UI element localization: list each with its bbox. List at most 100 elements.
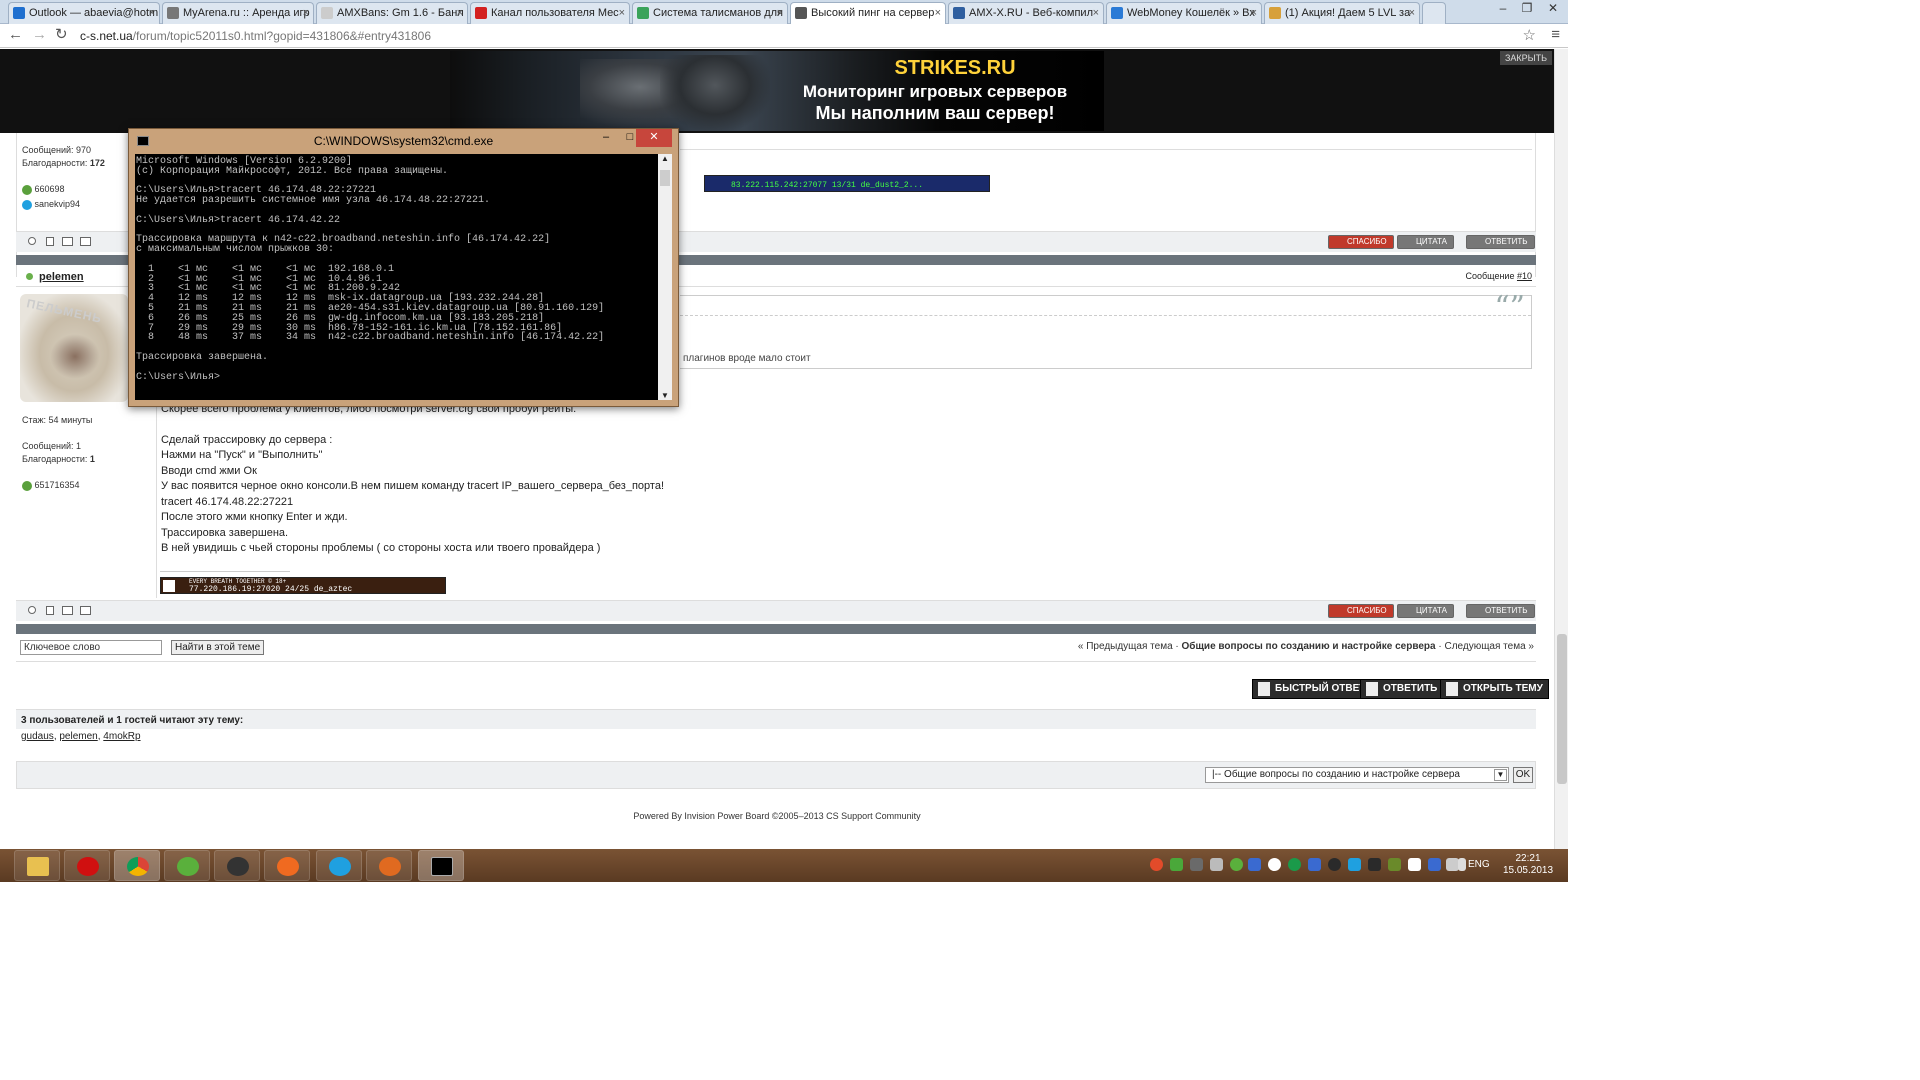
close-tab-icon[interactable]: × [777,3,783,23]
steam-taskbar-button[interactable] [214,850,260,881]
minimize-icon[interactable]: – [593,129,619,147]
forum-jump-select[interactable]: |-- Общие вопросы по созданию и настройк… [1205,767,1509,783]
cmd-window[interactable]: C:\WINDOWS\system32\cmd.exe – □ ✕ Micros… [128,128,679,407]
tray-app-icon[interactable] [1308,858,1321,871]
close-tab-icon[interactable]: × [1093,3,1099,23]
tray-app-icon[interactable] [1388,858,1401,871]
close-tab-icon[interactable]: × [303,3,309,23]
server-banner-text: 83.222.115.242:27077 13/31 de_dust2_2... [731,181,924,190]
scroll-up-icon[interactable]: ▲ [661,154,669,163]
reply-topic-button[interactable]: ОТВЕТИТЬ [1360,679,1444,699]
menu-icon[interactable]: ≡ [1551,26,1560,43]
post-number-link[interactable]: #10 [1517,271,1532,281]
cmd-scrollbar[interactable]: ▲ ▼ [658,154,672,400]
tray-app-icon[interactable] [1248,858,1261,871]
restore-icon[interactable]: ❐ [1514,0,1540,18]
flag-icon[interactable] [1408,858,1421,871]
tray-app-icon[interactable] [1288,858,1301,871]
server-banner-title: EVERY BREATH TOGETHER © 18+ [189,578,287,585]
reader-link[interactable]: gudaus [21,731,54,742]
reader-link[interactable]: 4mokRp [103,731,140,742]
steam-tray-icon[interactable] [1368,858,1381,871]
tray-app-icon[interactable] [1210,858,1223,871]
report-icon[interactable] [46,606,54,615]
find-in-topic-button[interactable]: Найти в этой теме [171,640,265,655]
reload-icon[interactable]: ↻ [55,27,68,43]
icq-tray-icon[interactable] [1230,858,1243,871]
new-tab-button[interactable] [1422,2,1446,24]
icq-icon [177,857,199,876]
browser-tab[interactable]: MyArena.ru :: Аренда игр × [162,2,314,24]
origin-taskbar-button[interactable] [264,850,310,881]
tray-app-icon[interactable] [1268,858,1281,871]
report-icon[interactable] [46,237,54,246]
close-tab-icon[interactable]: × [1409,3,1415,23]
explorer-taskbar-button[interactable] [14,850,60,881]
tray-app-icon[interactable] [1150,858,1163,871]
close-tab-icon[interactable]: × [457,3,463,23]
volume-icon[interactable] [1458,858,1466,871]
reply-button[interactable]: ответить [1466,604,1535,618]
forum-link[interactable]: Общие вопросы по созданию и настройке се… [1182,641,1436,652]
opera-taskbar-button[interactable] [64,850,110,881]
browser-tab[interactable]: Outlook — abaevia@hotm × [8,2,160,24]
back-icon[interactable]: ← [8,27,23,43]
quick-reply-button[interactable]: БЫСТРЫЙ ОТВЕТ [1252,679,1372,699]
browser-tab[interactable]: WebMoney Кошелёк » Вх × [1106,2,1262,24]
pm-icon[interactable] [62,237,73,246]
page-scrollbar[interactable] [1554,49,1568,849]
cmd-taskbar-button[interactable] [418,850,464,881]
forum-jump-ok-button[interactable]: OK [1513,767,1533,783]
browser-tab[interactable]: (1) Акция! Даем 5 LVL за × [1264,2,1420,24]
bookmark-star-icon[interactable]: ☆ [1523,26,1536,44]
scroll-down-icon[interactable]: ▼ [661,391,669,400]
cmd-output[interactable]: Microsoft Windows [Version 6.2.9200] (c)… [135,154,658,400]
scrollbar-thumb[interactable] [1557,634,1567,784]
server-banner[interactable]: EVERY BREATH TOGETHER © 18+ 77.220.186.1… [160,577,446,594]
half-life-taskbar-button[interactable] [366,850,412,881]
ad-banner[interactable]: STRIKES.RU Мониторинг игровых серверов М… [450,51,1104,131]
clock[interactable]: 22:21 15.05.2013 [1500,853,1556,877]
url-field[interactable]: c-s.net.ua/forum/topic52011s0.html?gopid… [80,27,431,45]
reply-button[interactable]: ответить [1466,235,1535,249]
browser-tab[interactable]: AMX-X.RU - Веб-компил × [948,2,1104,24]
thanks-button[interactable]: спасибо [1328,235,1394,249]
forward-icon[interactable]: → [32,27,47,43]
skype-taskbar-button[interactable] [316,850,362,881]
tray-app-icon[interactable] [1190,858,1203,871]
icq-taskbar-button[interactable] [164,850,210,881]
tray-app-icon[interactable] [1170,858,1183,871]
language-indicator[interactable]: ENG [1468,859,1490,870]
close-ad-button[interactable]: ЗАКРЫТЬ [1499,51,1552,65]
thanks-button[interactable]: спасибо [1328,604,1394,618]
close-tab-icon[interactable]: × [619,3,625,23]
tray-app-icon[interactable] [1348,858,1361,871]
browser-tab-active[interactable]: Высокий пинг на сервер × [790,2,946,25]
close-icon[interactable]: ✕ [636,129,672,147]
chrome-taskbar-button[interactable] [114,850,160,881]
scrollbar-thumb[interactable] [660,170,670,186]
close-window-icon[interactable]: ✕ [1538,0,1568,18]
quote-button[interactable]: цитата [1397,235,1454,249]
quote-button[interactable]: цитата [1397,604,1454,618]
email-icon[interactable] [80,237,91,246]
new-topic-button[interactable]: ОТКРЫТЬ ТЕМУ [1440,679,1549,699]
pm-icon[interactable] [62,606,73,615]
reader-link[interactable]: pelemen [59,731,97,742]
close-tab-icon[interactable]: × [1251,3,1257,23]
post-author-link[interactable]: pelemen [39,271,84,283]
tray-app-icon[interactable] [1328,858,1341,871]
server-banner[interactable]: 83.222.115.242:27077 13/31 de_dust2_2... [704,175,990,192]
keyword-input[interactable] [20,640,162,655]
close-tab-icon[interactable]: × [935,3,941,23]
browser-tab[interactable]: Канал пользователя Mec × [470,2,630,24]
next-topic-link[interactable]: Следующая тема » [1444,641,1534,652]
server-banner-text: 77.220.186.19:27020 24/25 de_aztec [189,585,353,594]
minimize-icon[interactable]: – [1490,0,1516,18]
prev-topic-link[interactable]: « Предыдущая тема [1078,641,1173,652]
tray-app-icon[interactable] [1428,858,1441,871]
browser-tab[interactable]: Система талисманов для × [632,2,788,24]
email-icon[interactable] [80,606,91,615]
close-tab-icon[interactable]: × [149,3,155,23]
browser-tab[interactable]: AMXBans: Gm 1.6 - Банл × [316,2,468,24]
